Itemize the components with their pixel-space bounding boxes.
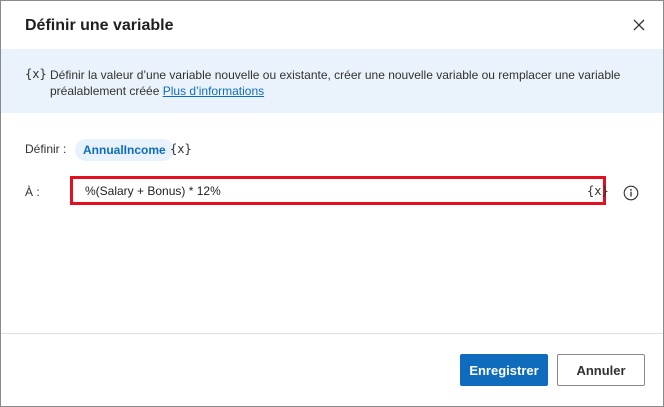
value-variable-picker-icon[interactable]: {x}: [587, 184, 609, 198]
more-info-link[interactable]: Plus d’informations: [163, 84, 264, 98]
info-text: Définir la valeur d’une variable nouvell…: [50, 67, 640, 99]
info-icon[interactable]: [623, 185, 639, 201]
close-button[interactable]: [627, 13, 651, 37]
footer-divider: [1, 333, 663, 334]
variable-icon: {x}: [25, 67, 47, 81]
set-label: Définir :: [25, 142, 67, 156]
variable-picker-icon[interactable]: {x}: [170, 142, 192, 156]
highlight-box: [70, 176, 606, 205]
info-banner: {x} Définir la valeur d’une variable nou…: [1, 49, 663, 113]
cancel-button[interactable]: Annuler: [557, 354, 645, 386]
info-description: Définir la valeur d’une variable nouvell…: [50, 68, 621, 98]
to-label: À :: [25, 185, 40, 199]
close-icon: [633, 19, 645, 31]
save-button[interactable]: Enregistrer: [460, 354, 548, 386]
variable-name-chip[interactable]: AnnualIncome: [75, 139, 174, 161]
dialog-title: Définir une variable: [25, 17, 174, 34]
set-variable-dialog: Définir une variable {x} Définir la vale…: [0, 0, 664, 407]
